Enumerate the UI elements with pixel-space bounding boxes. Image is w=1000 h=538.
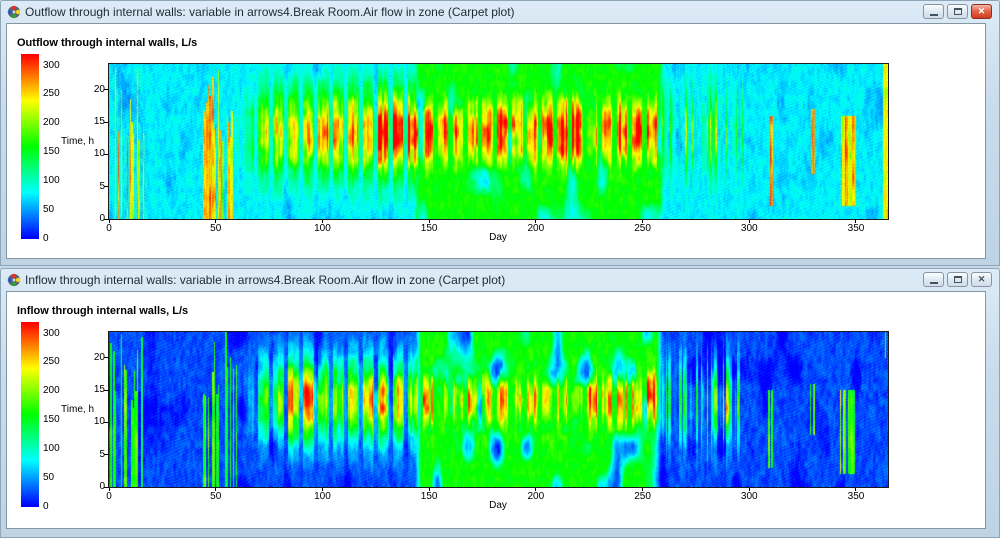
colorbar-tick-label: 200	[43, 118, 60, 128]
y-tick-label: 5	[87, 449, 105, 460]
y-tick-label: 20	[87, 84, 105, 95]
x-tick-label: 350	[839, 223, 873, 234]
x-tick-label: 250	[626, 491, 660, 502]
x-tick-label: 200	[519, 223, 553, 234]
x-tick-label: 0	[92, 491, 126, 502]
colorbar-tick-label: 200	[43, 386, 60, 396]
colorbar-tick-label: 100	[43, 176, 60, 186]
y-tick-label: 5	[87, 181, 105, 192]
x-tick-label: 150	[412, 223, 446, 234]
plot-title: Outflow through internal walls, L/s	[17, 37, 197, 49]
colorbar-tick-label: 50	[43, 205, 54, 215]
colorbar	[21, 54, 39, 239]
x-tick-label: 50	[199, 491, 233, 502]
x-tick-label: 100	[305, 491, 339, 502]
colorbar-tick-label: 100	[43, 444, 60, 454]
colorbar-tick-label: 300	[43, 329, 60, 339]
mdi-desktop: { "desktop": { "background_color": "#c8d…	[0, 0, 1000, 538]
colorbar-tick-label: 250	[43, 89, 60, 99]
inflow-window: Inflow through internal walls: variable …	[0, 268, 1000, 538]
colorbar-tick-label: 150	[43, 415, 60, 425]
x-tick-label: 350	[839, 491, 873, 502]
colorbar-tick-label: 300	[43, 61, 60, 71]
y-tick-label: 10	[87, 416, 105, 427]
outflow-window: Outflow through internal walls: variable…	[0, 0, 1000, 266]
y-tick-label: 20	[87, 352, 105, 363]
colorbar	[21, 322, 39, 507]
y-tick-label: 15	[87, 116, 105, 127]
x-tick-label: 300	[732, 223, 766, 234]
plot-layer: Outflow through internal walls, L/s Time…	[1, 1, 999, 265]
x-tick-label: 0	[92, 223, 126, 234]
carpet-heatmap-canvas	[108, 331, 889, 488]
y-tick-label: 15	[87, 384, 105, 395]
colorbar-tick-label: 0	[43, 502, 49, 512]
y-tick-label: 0	[87, 213, 105, 224]
x-tick-label: 200	[519, 491, 553, 502]
plot-layer: Inflow through internal walls, L/s Time,…	[1, 269, 999, 537]
plot-title: Inflow through internal walls, L/s	[17, 305, 188, 317]
colorbar-tick-label: 250	[43, 357, 60, 367]
x-tick-label: 250	[626, 223, 660, 234]
x-tick-label: 300	[732, 491, 766, 502]
colorbar-tick-label: 150	[43, 147, 60, 157]
carpet-heatmap-canvas	[108, 63, 889, 220]
y-tick-label: 0	[87, 481, 105, 492]
x-tick-label: 50	[199, 223, 233, 234]
x-tick-label: 100	[305, 223, 339, 234]
x-tick-label: 150	[412, 491, 446, 502]
y-tick-label: 10	[87, 148, 105, 159]
colorbar-tick-label: 50	[43, 473, 54, 483]
colorbar-tick-label: 0	[43, 234, 49, 244]
